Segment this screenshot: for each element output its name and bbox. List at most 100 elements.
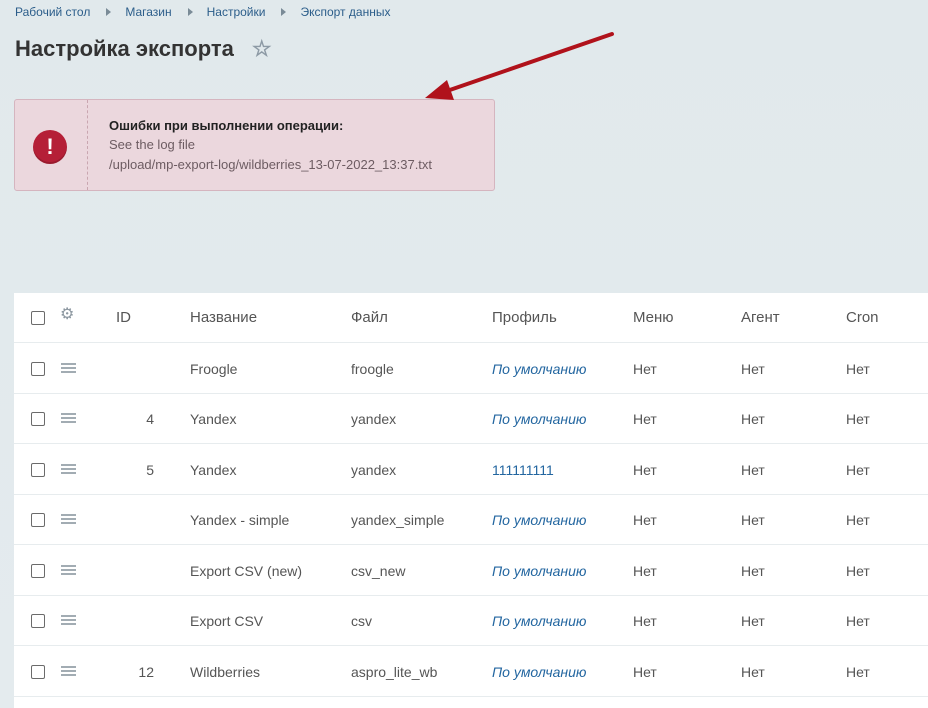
cell-agent: Нет xyxy=(741,563,765,579)
table-row[interactable]: Froogle froogle По умолчанию Нет Нет Нет xyxy=(14,344,928,394)
cell-name: Wildberries xyxy=(190,664,261,680)
cell-menu: Нет xyxy=(633,512,657,528)
arrow-shaft xyxy=(442,32,614,94)
cell-name: Export CSV (new) xyxy=(190,563,303,579)
exclamation-icon: ! xyxy=(33,130,67,164)
cell-menu: Нет xyxy=(633,563,657,579)
page-title: Настройка экспорта xyxy=(15,36,234,61)
cell-agent: Нет xyxy=(741,512,765,528)
error-alert: ! Ошибки при выполнении операции: See th… xyxy=(14,99,495,191)
chevron-right-icon xyxy=(187,8,193,16)
cell-id xyxy=(114,596,154,646)
table-row[interactable]: Export CSV (new) csv_new По умолчанию Нет Не… xyxy=(14,546,928,596)
page-title-wrap: Настройка экспорта ☆ xyxy=(15,36,272,62)
cell-agent: Нет xyxy=(741,664,765,680)
table-row[interactable]: Export CSV csv По умолчанию Нет Нет Нет xyxy=(14,596,928,646)
table-header-row: ⚙ ID Название Файл Профиль Меню Агент Cr… xyxy=(14,293,928,343)
chevron-right-icon xyxy=(281,8,287,16)
alert-log-path: /upload/mp-export-log/wildberries_13-07-… xyxy=(109,157,433,172)
cell-profile-link[interactable]: По умолчанию xyxy=(492,546,586,596)
cell-agent: Нет xyxy=(741,462,765,478)
gear-icon[interactable]: ⚙ xyxy=(60,307,76,323)
cell-id: 5 xyxy=(146,462,154,478)
header-profile[interactable]: Профиль xyxy=(492,293,557,343)
select-all-checkbox[interactable] xyxy=(31,311,45,325)
header-cron[interactable]: Cron xyxy=(846,293,879,343)
header-file[interactable]: Файл xyxy=(351,293,388,343)
cell-menu: Нет xyxy=(633,462,657,478)
cell-file: yandex xyxy=(351,462,397,478)
breadcrumb-shop[interactable]: Магазин xyxy=(125,5,171,19)
table-row[interactable]: 4 Yandex yandex По умолчанию Нет Нет Нет xyxy=(14,394,928,444)
arrow-head xyxy=(425,80,454,100)
breadcrumb-desktop[interactable]: Рабочий стол xyxy=(15,5,90,19)
cell-menu: Нет xyxy=(633,613,657,629)
table-row[interactable]: 12 Wildberries aspro_lite_wb По умолчанию Не… xyxy=(14,647,928,697)
cell-id xyxy=(114,344,154,394)
cell-menu: Нет xyxy=(633,664,657,680)
cell-cron: Нет xyxy=(846,361,870,377)
breadcrumb: Рабочий стол Магазин Настройки Экспорт д… xyxy=(15,4,390,20)
header-menu[interactable]: Меню xyxy=(633,293,674,343)
hamburger-menu-icon[interactable] xyxy=(61,565,76,576)
row-checkbox[interactable] xyxy=(31,564,45,578)
cell-cron: Нет xyxy=(846,563,870,579)
alert-message: See the log file xyxy=(109,137,196,152)
cell-profile-link[interactable]: По умолчанию xyxy=(492,394,586,444)
alert-icon-column: ! xyxy=(15,100,88,190)
cell-file: csv_new xyxy=(351,563,406,579)
cell-agent: Нет xyxy=(741,613,765,629)
header-agent[interactable]: Агент xyxy=(741,293,780,343)
row-checkbox[interactable] xyxy=(31,463,45,477)
cell-name: Yandex - simple xyxy=(190,512,290,528)
star-favorite-icon[interactable]: ☆ xyxy=(252,38,272,60)
cell-file: yandex_simple xyxy=(351,512,445,528)
cell-file: froogle xyxy=(351,361,394,377)
cell-cron: Нет xyxy=(846,613,870,629)
cell-profile-link[interactable]: 111111111 xyxy=(492,445,554,495)
row-checkbox[interactable] xyxy=(31,412,45,426)
cell-name: Froogle xyxy=(190,361,238,377)
table-row[interactable]: Yandex - simple yandex_simple По умолчанию… xyxy=(14,495,928,545)
header-id[interactable]: ID xyxy=(116,293,131,343)
cell-menu: Нет xyxy=(633,361,657,377)
hamburger-menu-icon[interactable] xyxy=(61,666,76,677)
table-row[interactable]: 5 Yandex yandex 111111111 Нет Нет Нет xyxy=(14,445,928,495)
hamburger-menu-icon[interactable] xyxy=(61,413,76,424)
cell-name: Yandex xyxy=(190,411,237,427)
cell-profile-link[interactable]: По умолчанию xyxy=(492,344,586,394)
cell-profile-link[interactable]: По умолчанию xyxy=(492,596,586,646)
hamburger-menu-icon[interactable] xyxy=(61,615,76,626)
cell-agent: Нет xyxy=(741,361,765,377)
cell-id xyxy=(114,546,154,596)
cell-id xyxy=(114,495,154,545)
cell-profile-link[interactable]: По умолчанию xyxy=(492,495,586,545)
row-checkbox[interactable] xyxy=(31,665,45,679)
alert-title: Ошибки при выполнении операции: xyxy=(109,118,344,133)
cell-profile-link[interactable]: По умолчанию xyxy=(492,647,586,697)
hamburger-menu-icon[interactable] xyxy=(61,464,76,475)
cell-cron: Нет xyxy=(846,462,870,478)
cell-id: 4 xyxy=(146,411,154,427)
row-checkbox[interactable] xyxy=(31,614,45,628)
cell-id: 12 xyxy=(138,664,154,680)
cell-cron: Нет xyxy=(846,411,870,427)
header-name[interactable]: Название xyxy=(190,293,257,343)
row-checkbox[interactable] xyxy=(31,513,45,527)
export-profiles-table: ⚙ ID Название Файл Профиль Меню Агент Cr… xyxy=(14,293,928,708)
cell-name: Yandex xyxy=(190,462,237,478)
cell-file: aspro_lite_wb xyxy=(351,664,438,680)
breadcrumb-data-export[interactable]: Экспорт данных xyxy=(300,5,390,19)
cell-file: yandex xyxy=(351,411,397,427)
cell-cron: Нет xyxy=(846,512,870,528)
cell-menu: Нет xyxy=(633,411,657,427)
cell-cron: Нет xyxy=(846,664,870,680)
hamburger-menu-icon[interactable] xyxy=(61,514,76,525)
cell-name: Export CSV xyxy=(190,613,264,629)
cell-file: csv xyxy=(351,613,372,629)
breadcrumb-settings[interactable]: Настройки xyxy=(207,5,266,19)
row-checkbox[interactable] xyxy=(31,362,45,376)
hamburger-menu-icon[interactable] xyxy=(61,363,76,374)
cell-agent: Нет xyxy=(741,411,765,427)
chevron-right-icon xyxy=(106,8,112,16)
